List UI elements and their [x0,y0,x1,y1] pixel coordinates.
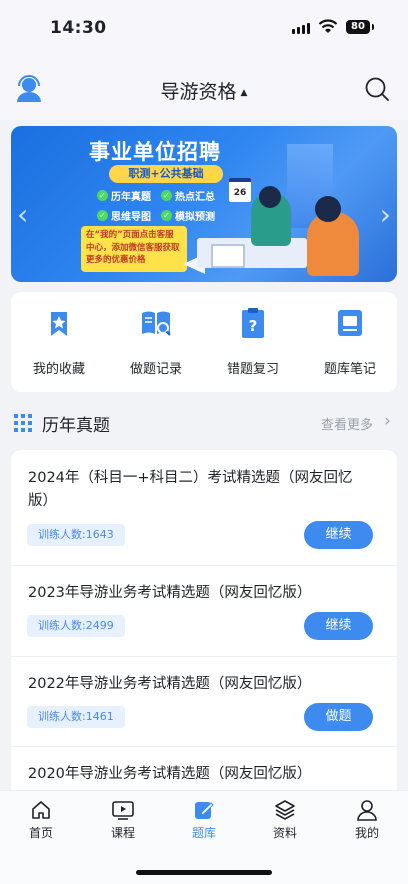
nav-item-materials[interactable]: 资料 [250,799,320,841]
app-header: 导游资格 ▲ [0,58,408,120]
nav-item-courses[interactable]: 课程 [88,799,158,841]
nav-item-home[interactable]: 首页 [6,799,76,841]
training-count-badge: 训练人数:1461 [27,706,125,728]
training-count-badge: 训练人数:2499 [27,615,125,637]
banner-title: 事业单位招聘 [89,140,221,164]
check-icon: ✓ [161,190,172,201]
quick-action-label: 错题复习 [226,362,279,377]
section-header: 历年真题 查看更多 › [0,408,408,436]
exam-title: 2022年导游业务考试精选题（网友回忆版） [28,676,312,692]
person-head-illustration [315,196,341,222]
check-icon: ✓ [97,190,108,201]
home-icon [32,801,50,819]
exam-title: 2020年导游业务考试精选题（网友回忆版） [28,766,312,782]
question-clipboard-icon: ? [242,308,264,338]
banner-feature: ✓ 思维导图 [97,208,151,223]
layers-icon [275,800,295,820]
quick-action-mistakes[interactable]: ? 错题复习 [205,306,301,377]
quick-action-label: 做题记录 [129,362,182,377]
nav-label: 题库 [191,826,216,840]
quick-action-favorites[interactable]: 我的收藏 [11,306,107,377]
nav-label: 首页 [28,826,53,840]
star-bookmark-icon [51,312,67,336]
note-icon [338,310,362,336]
banner-note: 在“我的”页面点击客服中心，添加微信客服获取更多的优惠价格 [81,226,187,272]
nav-item-question-bank[interactable]: 题库 [169,799,239,841]
nav-label: 课程 [110,826,135,840]
book-search-icon [142,311,171,336]
status-time: 14:30 [50,18,107,38]
exam-row[interactable]: 2020年导游业务考试精选题（网友回忆版） [11,746,397,790]
user-icon [357,800,377,821]
check-icon: ✓ [97,210,108,221]
banner-feature: ✓ 热点汇总 [161,188,215,203]
nav-label: 我的 [354,826,379,840]
status-bar: 14:30 80 [0,0,408,58]
nav-label: 资料 [272,826,297,840]
training-count-badge: 训练人数:1643 [27,524,125,546]
exam-title: 2023年导游业务考试精选题（网友回忆版） [28,585,312,601]
chevron-left-icon[interactable]: ‹ [17,198,28,231]
promo-banner[interactable]: ‹ › 事业单位招聘 职测+公共基础 ✓ 历年真题 ✓ 热点汇总 ✓ 思维导图 ✓ 模拟… [11,126,397,282]
exam-list: 2024年（科目一+科目二）考试精选题（网友回忆版） 训练人数:1643 继续 … [11,450,397,790]
view-more-link[interactable]: 查看更多 [321,414,373,433]
quick-actions-card: 我的收藏 做题记录 ? 错题复习 题库笔记 [11,292,397,392]
battery-icon: 80 [346,20,374,34]
quick-action-notes[interactable]: 题库笔记 [302,306,398,377]
search-icon[interactable] [364,76,390,102]
wifi-icon [318,19,338,33]
chevron-right-icon[interactable]: › [384,411,391,431]
banner-subtitle: 职测+公共基础 [109,165,223,183]
start-practice-button[interactable]: 做题 [304,703,373,731]
page-title: 导游资格 [160,81,237,103]
chevron-right-icon[interactable]: › [380,198,391,231]
edit-icon [195,802,214,819]
continue-button[interactable]: 继续 [304,521,373,549]
person-head-illustration [259,186,281,208]
caret-down-icon: ▲ [240,87,248,98]
exam-title: 2024年（科目一+科目二）考试精选题（网友回忆版） [28,470,353,509]
section-title: 历年真题 [42,416,110,436]
banner-feature: ✓ 模拟预测 [161,208,215,223]
svg-text:?: ? [249,317,258,335]
monitor-illustration [211,244,245,268]
exam-row[interactable]: 2022年导游业务考试精选题（网友回忆版） 训练人数:1461 做题 [11,656,397,747]
quick-action-label: 我的收藏 [32,362,85,377]
home-indicator [136,870,272,875]
exam-row[interactable]: 2023年导游业务考试精选题（网友回忆版） 训练人数:2499 继续 [11,565,397,657]
grid-icon [14,414,32,432]
continue-button[interactable]: 继续 [304,612,373,640]
check-icon: ✓ [161,210,172,221]
cellular-signal-icon [292,23,310,34]
subject-selector[interactable]: 导游资格 ▲ [0,77,408,104]
video-icon [112,801,134,820]
quick-action-label: 题库笔记 [323,362,376,377]
banner-feature: ✓ 历年真题 [97,188,151,203]
nav-item-profile[interactable]: 我的 [332,799,402,841]
person-illustration [307,212,359,276]
quick-action-history[interactable]: 做题记录 [108,306,204,377]
exam-row[interactable]: 2024年（科目一+科目二）考试精选题（网友回忆版） 训练人数:1643 继续 [11,450,397,566]
calendar-icon: 26 [229,178,251,202]
